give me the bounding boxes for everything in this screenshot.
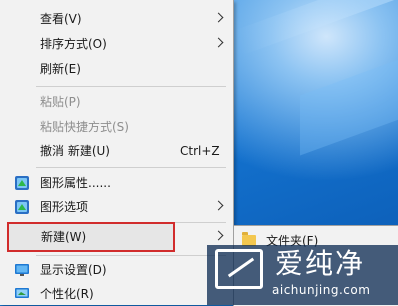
menu-item-personalize[interactable]: 个性化(R) xyxy=(4,283,230,305)
menu-item-paste-shortcut[interactable]: 粘贴快捷方式(S) xyxy=(4,116,230,138)
menu-item-sort-by[interactable]: 排序方式(O) xyxy=(4,33,230,55)
menu-item-label: 刷新(E) xyxy=(40,62,81,76)
menu-item-label: 粘贴快捷方式(S) xyxy=(40,120,129,134)
menu-separator xyxy=(36,86,226,87)
site-watermark: 爱纯净 aichunjing.com xyxy=(207,245,398,305)
display-icon xyxy=(15,264,29,276)
chevron-right-icon xyxy=(213,12,224,23)
personalize-icon xyxy=(15,288,29,298)
menu-item-label: 图形属性...... xyxy=(40,176,111,190)
wallpaper-light-beam xyxy=(233,0,398,56)
menu-item-label: 撤消 新建(U) xyxy=(40,144,110,158)
watermark-url: aichunjing.com xyxy=(272,283,371,297)
menu-item-shortcut: Ctrl+Z xyxy=(180,144,220,158)
intel-graphics-icon xyxy=(15,176,29,190)
watermark-title: 爱纯净 xyxy=(275,247,366,280)
menu-item-new-arrow-area xyxy=(4,226,230,248)
menu-item-paste[interactable]: 粘贴(P) xyxy=(4,91,230,113)
wallpaper-light-panel xyxy=(300,44,398,156)
menu-item-graphics-options[interactable]: 图形选项 xyxy=(4,196,230,218)
watermark-logo-icon xyxy=(215,249,263,289)
menu-item-label: 粘贴(P) xyxy=(40,95,81,109)
menu-item-label: 个性化(R) xyxy=(40,287,94,301)
intel-graphics-icon xyxy=(15,200,29,214)
menu-item-graphics-properties[interactable]: 图形属性...... xyxy=(4,172,230,194)
menu-item-view[interactable]: 查看(V) xyxy=(4,8,230,30)
menu-separator xyxy=(36,167,226,168)
context-menu: 查看(V) 排序方式(O) 刷新(E) 粘贴(P) 粘贴快捷方式(S) 撤消 新… xyxy=(0,0,234,305)
menu-separator xyxy=(36,255,226,256)
menu-item-label: 查看(V) xyxy=(40,12,82,26)
menu-item-display-settings[interactable]: 显示设置(D) xyxy=(4,259,230,281)
chevron-right-icon xyxy=(213,200,224,211)
menu-item-label: 图形选项 xyxy=(40,200,89,214)
menu-item-refresh[interactable]: 刷新(E) xyxy=(4,58,230,80)
menu-item-undo-new[interactable]: 撤消 新建(U) Ctrl+Z xyxy=(4,140,230,162)
menu-item-label: 排序方式(O) xyxy=(40,37,107,51)
menu-item-label: 显示设置(D) xyxy=(40,263,107,277)
chevron-right-icon xyxy=(213,230,224,241)
chevron-right-icon xyxy=(213,37,224,48)
